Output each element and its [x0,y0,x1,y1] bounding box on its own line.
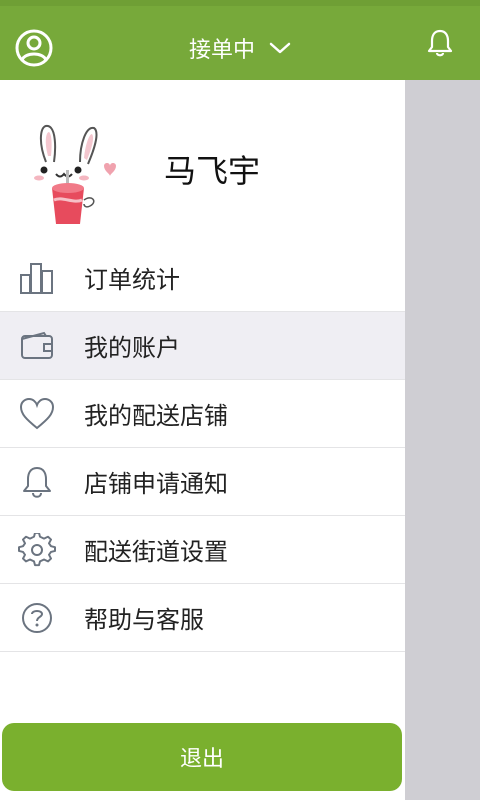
menu-item-delivery-stores[interactable]: 我的配送店铺 [0,380,405,448]
menu-item-label: 我的账户 [84,334,180,362]
user-circle-icon[interactable] [14,28,54,68]
page-title: 接单中 [188,38,255,63]
menu-item-store-notifications[interactable]: 店铺申请通知 [0,448,405,516]
menu-item-help[interactable]: 帮助与客服 [0,584,405,652]
help-icon [18,601,56,635]
status-bar [0,0,480,6]
drawer-scrim[interactable] [405,80,480,800]
menu-item-street-settings[interactable]: 配送街道设置 [0,516,405,584]
profile-section: 马飞宇 [0,80,405,242]
menu-item-label: 订单统计 [84,266,180,294]
status-dropdown[interactable]: 接单中 [150,30,330,66]
gear-icon [18,531,56,567]
chevron-down-icon [269,36,291,61]
menu-item-label: 店铺申请通知 [84,470,228,498]
user-name: 马飞宇 [164,152,261,190]
bar-chart-icon [18,261,56,295]
menu-item-label: 帮助与客服 [84,606,204,634]
app-header: 接单中 [0,0,480,80]
logout-button[interactable]: 退出 [2,723,402,791]
heart-icon [18,397,56,431]
wallet-icon [18,329,56,363]
menu-item-label: 配送街道设置 [84,538,228,566]
side-drawer: 马飞宇 订单统计 我的账户 我的配送店铺 店铺申请通知 配送街道设置 帮助与客服… [0,80,405,800]
drawer-menu: 订单统计 我的账户 我的配送店铺 店铺申请通知 配送街道设置 帮助与客服 [0,244,405,652]
menu-item-label: 我的配送店铺 [84,402,228,430]
bell-icon [18,465,56,499]
menu-item-my-account[interactable]: 我的账户 [0,312,405,380]
menu-item-order-stats[interactable]: 订单统计 [0,244,405,312]
avatar[interactable] [28,120,120,230]
bell-icon[interactable] [426,28,454,58]
